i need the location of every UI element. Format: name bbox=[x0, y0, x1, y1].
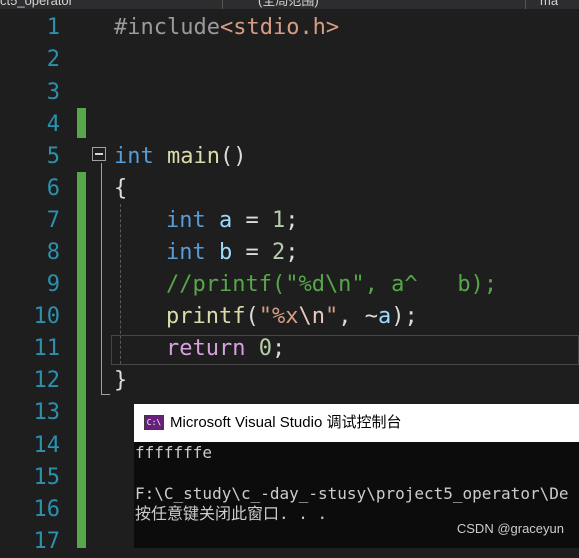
operator: = bbox=[232, 240, 272, 265]
include-header: <stdio.h> bbox=[219, 15, 340, 40]
code-line-10[interactable]: printf("%x\n", ~a); bbox=[166, 301, 418, 333]
line-number: 10 bbox=[33, 304, 61, 329]
code-line-11[interactable]: return 0; bbox=[166, 333, 285, 365]
line-number: 16 bbox=[33, 497, 61, 522]
line-number: 11 bbox=[33, 336, 61, 361]
console-output: fffffffe bbox=[135, 443, 213, 462]
operator: , ~ bbox=[338, 304, 378, 329]
type-keyword: int bbox=[166, 240, 206, 265]
line-number: 13 bbox=[33, 400, 61, 425]
number-literal: 0 bbox=[258, 336, 272, 361]
collapse-toggle-icon[interactable] bbox=[92, 147, 106, 161]
nav-separator bbox=[222, 0, 223, 9]
code-line-6[interactable]: { bbox=[114, 173, 127, 205]
change-indicator bbox=[77, 172, 86, 548]
type-keyword: int bbox=[166, 208, 206, 233]
line-number: 17 bbox=[33, 529, 61, 554]
code-line-5[interactable]: int main() bbox=[114, 141, 246, 173]
line-number: 12 bbox=[33, 368, 61, 393]
number-literal: 1 bbox=[272, 208, 286, 233]
code-line-7[interactable]: int a = 1; bbox=[166, 205, 299, 237]
string-literal: "%x bbox=[258, 304, 299, 329]
line-number: 7 bbox=[46, 208, 60, 233]
project-dropdown[interactable]: ct5_operator bbox=[0, 0, 73, 9]
line-number: 15 bbox=[33, 465, 61, 490]
fold-guide-end bbox=[101, 394, 110, 395]
escape-sequence: \n bbox=[298, 304, 325, 329]
type-keyword: int bbox=[114, 144, 154, 169]
line-number: 9 bbox=[46, 272, 60, 297]
code-line-1[interactable]: #include<stdio.h> bbox=[114, 12, 339, 44]
comment: //printf("%d\n", a^ b); bbox=[166, 272, 498, 297]
parens: () bbox=[219, 144, 247, 169]
nav-separator bbox=[525, 0, 526, 9]
close-brace: } bbox=[114, 368, 128, 393]
variable: a bbox=[377, 304, 392, 329]
console-title-bar[interactable]: C:\ Microsoft Visual Studio 调试控制台 bbox=[134, 404, 579, 442]
semicolon: ; bbox=[285, 240, 299, 265]
line-number: 14 bbox=[33, 433, 61, 458]
variable: b bbox=[219, 240, 233, 265]
change-indicator bbox=[77, 108, 86, 138]
console-path: F:\C_study\c_-day_-stusy\project5_operat… bbox=[135, 484, 569, 503]
editor-nav-bar: ct5_operator (全局范围) ma bbox=[0, 0, 579, 9]
member-dropdown[interactable]: ma bbox=[540, 0, 558, 9]
close-paren: ); bbox=[391, 304, 418, 329]
string-literal: " bbox=[324, 304, 339, 329]
console-title: Microsoft Visual Studio 调试控制台 bbox=[170, 414, 402, 431]
console-prompt: 按任意键关闭此窗口. . . bbox=[135, 504, 328, 523]
code-line-8[interactable]: int b = 2; bbox=[166, 237, 299, 269]
line-number: 2 bbox=[46, 47, 60, 72]
code-line-9[interactable]: //printf("%d\n", a^ b); bbox=[166, 269, 497, 301]
code-line-12[interactable]: } bbox=[114, 365, 127, 397]
preprocessor-directive: #include bbox=[114, 15, 220, 40]
console-app-icon: C:\ bbox=[144, 415, 164, 430]
semicolon: ; bbox=[285, 208, 299, 233]
line-number: 1 bbox=[46, 15, 60, 40]
function-call: printf bbox=[166, 304, 246, 329]
line-number: 4 bbox=[46, 112, 60, 137]
variable: a bbox=[219, 208, 233, 233]
fold-guide-line bbox=[101, 163, 102, 395]
return-keyword: return bbox=[166, 336, 246, 361]
watermark: CSDN @graceyun bbox=[456, 521, 564, 536]
line-number: 6 bbox=[46, 176, 60, 201]
semicolon: ; bbox=[271, 336, 286, 361]
operator: = bbox=[232, 208, 272, 233]
open-paren: ( bbox=[245, 304, 259, 329]
number-literal: 2 bbox=[272, 240, 286, 265]
line-number: 5 bbox=[46, 144, 60, 169]
open-brace: { bbox=[114, 176, 128, 201]
scope-dropdown[interactable]: (全局范围) bbox=[258, 0, 319, 9]
function-name: main bbox=[167, 144, 220, 169]
line-number: 8 bbox=[46, 240, 60, 265]
line-number: 3 bbox=[46, 80, 60, 105]
